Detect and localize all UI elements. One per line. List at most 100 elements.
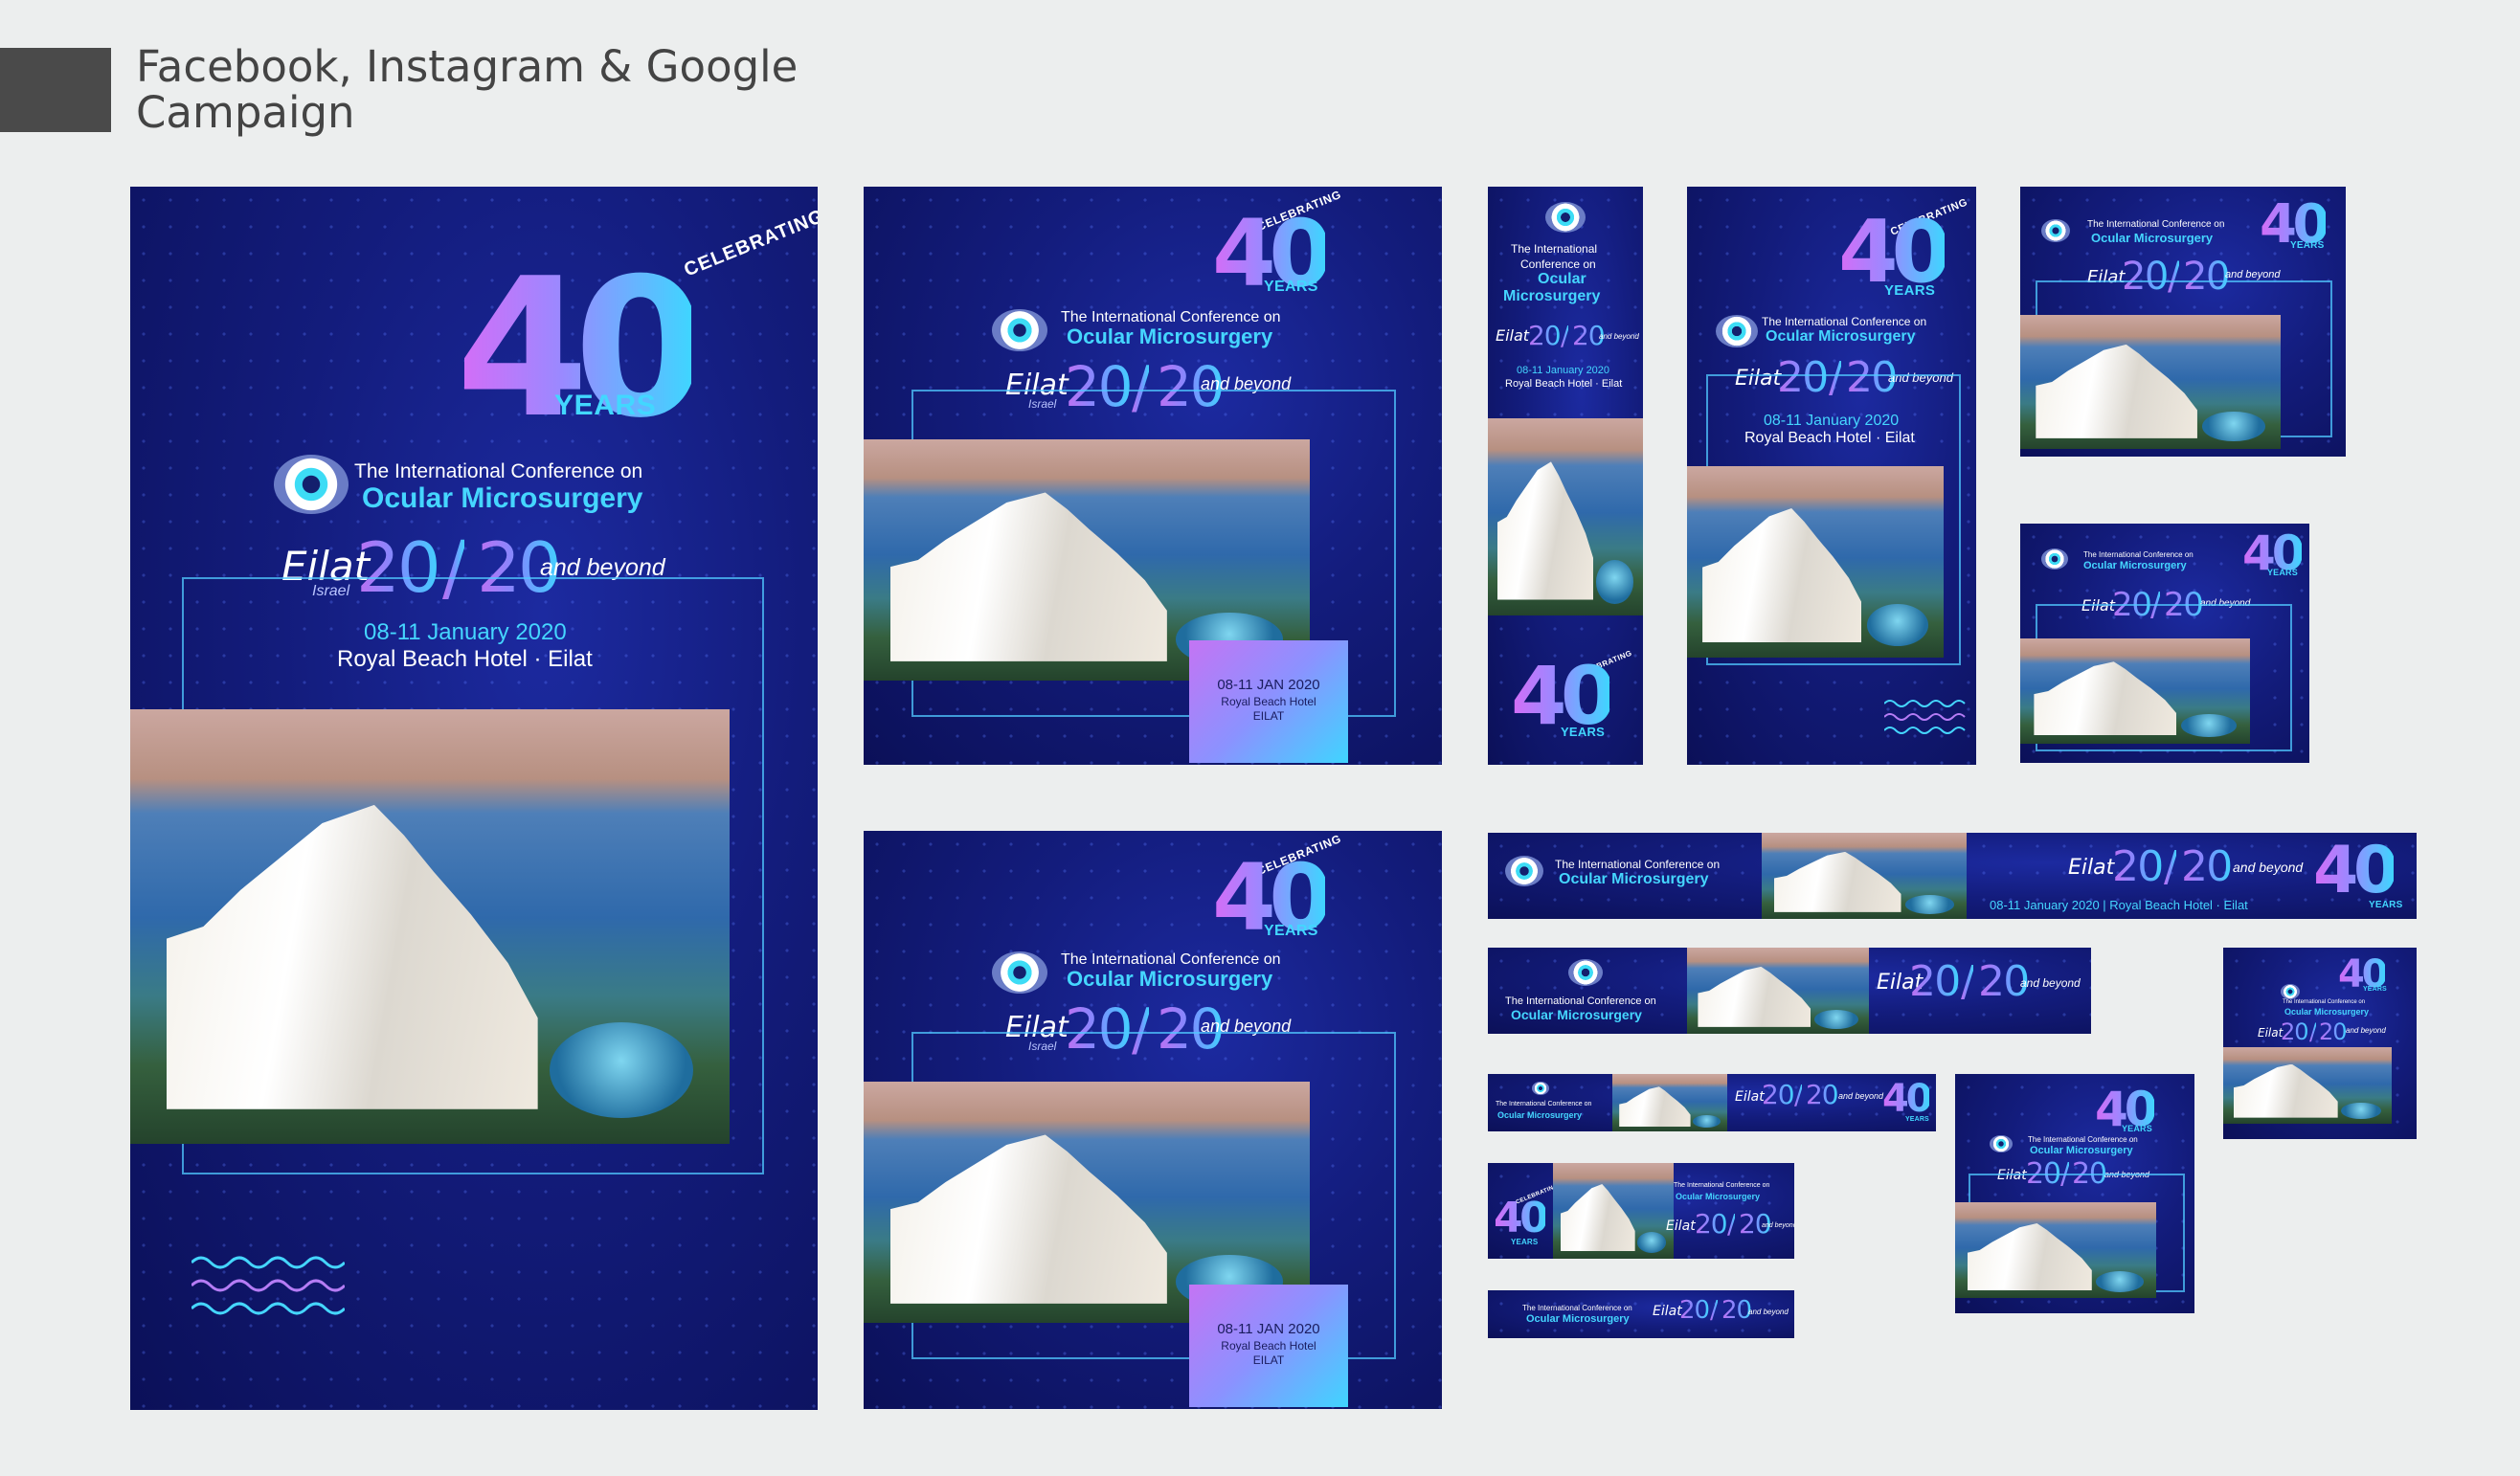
page-title: Facebook, Instagram & Google Campaign bbox=[136, 41, 799, 138]
conference-line: The International Conference on bbox=[2087, 219, 2225, 230]
date-short: 08-11 JAN 2020 bbox=[1217, 1321, 1320, 1337]
conference-line: The International Conference on bbox=[1522, 1304, 1632, 1312]
hotel-photo bbox=[1687, 948, 1869, 1034]
date-box: 08-11 JAN 2020 Royal Beach Hotel EILAT bbox=[1189, 640, 1348, 763]
ad-square-top: CELEBRATING 40 YEARS The International C… bbox=[864, 187, 1442, 765]
slash: / bbox=[2309, 1018, 2317, 1045]
conference-name: Ocular Microsurgery bbox=[1067, 324, 1273, 348]
ad-thin-banner: The International Conference on Ocular M… bbox=[1488, 1074, 1936, 1131]
beyond-label: and beyond bbox=[2233, 860, 2304, 875]
forty-mark: 40 bbox=[1882, 1077, 1932, 1121]
eye-logo-icon bbox=[274, 455, 349, 514]
eilat-label: Eilat bbox=[1653, 1304, 1682, 1319]
venue-short: Royal Beach Hotel bbox=[1221, 694, 1316, 708]
city: EILAT bbox=[1252, 708, 1285, 723]
eye-logo-icon bbox=[1568, 959, 1603, 986]
date-box: 08-11 JAN 2020 Royal Beach Hotel EILAT bbox=[1189, 1285, 1348, 1407]
eye-logo-icon bbox=[1545, 202, 1586, 233]
years-label: YEARS bbox=[1561, 725, 1606, 739]
conference-line: The International Conference on bbox=[1762, 315, 1927, 328]
ad-small-square bbox=[2104, 948, 2154, 1034]
twenty-a: 20 bbox=[1909, 957, 1961, 1006]
conference-name: Ocular Microsurgery bbox=[1559, 871, 1709, 887]
conference-name: Ocular Microsurgery bbox=[1497, 1110, 1583, 1120]
slash: / bbox=[1794, 1079, 1803, 1110]
twenty-b: 20 bbox=[2319, 1018, 2348, 1045]
beyond-label: and beyond bbox=[1599, 332, 1639, 341]
twenty-a: 20 bbox=[2281, 1018, 2309, 1045]
years-label: YEARS bbox=[2363, 986, 2387, 993]
conference-line: The International Conference on bbox=[354, 460, 643, 482]
hotel-photo bbox=[1553, 1163, 1674, 1259]
slash: / bbox=[1561, 320, 1569, 351]
twenty-a: 20 bbox=[2112, 842, 2164, 891]
beyond-label: and beyond bbox=[1748, 1308, 1789, 1316]
slash: / bbox=[1727, 1208, 1736, 1240]
beyond-label: and beyond bbox=[1762, 1222, 1794, 1229]
conference-name: Ocular Microsurgery bbox=[1067, 967, 1273, 991]
date-short: 08-11 JAN 2020 bbox=[1217, 677, 1320, 693]
ad-small-rect: CELEBRATING 40 YEARS The International C… bbox=[1488, 1163, 1794, 1259]
hotel-photo bbox=[2020, 638, 2250, 744]
hotel-photo bbox=[1687, 466, 1944, 658]
years-label: YEARS bbox=[1884, 282, 1936, 299]
eye-logo-icon bbox=[992, 309, 1047, 351]
slash: / bbox=[1961, 957, 1975, 1006]
slash: / bbox=[2164, 842, 2178, 891]
eye-logo-icon bbox=[2281, 984, 2300, 999]
beyond-label: and beyond bbox=[2346, 1026, 2386, 1035]
conference-name: Ocular Microsurgery bbox=[2030, 1145, 2133, 1156]
event-date: 08-11 January 2020 bbox=[1517, 365, 1610, 376]
conference-name: Ocular Microsurgery bbox=[2284, 1007, 2370, 1017]
conference-line: The International Conference on bbox=[1674, 1182, 1770, 1189]
ad-leaderboard: The International Conference on Ocular M… bbox=[1488, 833, 2417, 919]
years-label: YEARS bbox=[2122, 1124, 2152, 1133]
eye-logo-icon bbox=[2041, 219, 2070, 242]
years-label: YEARS bbox=[1905, 1116, 1929, 1123]
twenty-b: 20 bbox=[1806, 1079, 1839, 1110]
banner-date-line: 08-11 January 2020 | Royal Beach Hotel ·… bbox=[1990, 898, 2248, 912]
eye-logo-icon bbox=[992, 951, 1047, 994]
beyond-label: and beyond bbox=[1838, 1091, 1884, 1101]
beyond-label: and beyond bbox=[2225, 269, 2281, 280]
conference-line: The International Conference on bbox=[1555, 858, 1721, 871]
section-marker bbox=[0, 48, 111, 132]
conference-line: The International Conference on bbox=[1505, 995, 1656, 1007]
ad-square-medium: 40 YEARS The International Conference on… bbox=[1955, 1074, 2194, 1313]
eye-logo-icon bbox=[1716, 315, 1758, 347]
conference-line: The International Conference on bbox=[2083, 550, 2194, 559]
conference-name: Ocular Microsurgery bbox=[1511, 1007, 1642, 1022]
conference-name: Ocular Microsurgery bbox=[362, 482, 643, 514]
ad-mini-banner: The International Conference on Ocular M… bbox=[1488, 1290, 1794, 1338]
forty-mark: 40 bbox=[2313, 833, 2398, 908]
eye-logo-icon bbox=[1505, 856, 1543, 886]
years-label: YEARS bbox=[1511, 1238, 1539, 1246]
conference-name: Ocular Microsurgery bbox=[2091, 231, 2214, 245]
city: EILAT bbox=[1252, 1353, 1285, 1367]
conference-name: Ocular Microsurgery bbox=[2083, 560, 2187, 571]
twenty-a: 20 bbox=[1679, 1296, 1710, 1325]
eye-logo-icon bbox=[1532, 1082, 1549, 1095]
slash: / bbox=[1710, 1296, 1719, 1325]
event-venue: Royal Beach Hotel · Eilat bbox=[1505, 378, 1623, 390]
ad-story-tall: CELEBRATING 40 YEARS The International C… bbox=[130, 187, 818, 1410]
hotel-photo bbox=[2223, 1047, 2392, 1124]
venue-short: Royal Beach Hotel bbox=[1221, 1338, 1316, 1353]
conference-line: The International bbox=[1511, 242, 1598, 256]
conference-name: Ocular Microsurgery bbox=[1676, 1192, 1761, 1201]
beyond-label: and beyond bbox=[2020, 976, 2081, 990]
wave-icon bbox=[191, 1256, 345, 1315]
eilat-label: Eilat bbox=[1735, 1089, 1765, 1105]
twenty-b: 20 bbox=[2181, 842, 2233, 891]
twenty-a: 20 bbox=[1762, 1079, 1795, 1110]
ad-square-bottom: CELEBRATING 40 YEARS The International C… bbox=[864, 831, 1442, 1409]
hotel-photo bbox=[1488, 418, 1643, 615]
years-label: YEARS bbox=[2267, 568, 2298, 577]
conference-name-a: Ocular bbox=[1538, 271, 1586, 287]
ad-half-page: CELEBRATING 40 YEARS The International C… bbox=[1687, 187, 1976, 765]
hotel-photo bbox=[1955, 1202, 2156, 1298]
years-label: YEARS bbox=[1264, 279, 1318, 295]
conference-name-b: Microsurgery bbox=[1503, 288, 1601, 304]
conference-line: The International Conference on bbox=[1496, 1101, 1592, 1107]
eilat-label: Eilat bbox=[2258, 1026, 2284, 1040]
